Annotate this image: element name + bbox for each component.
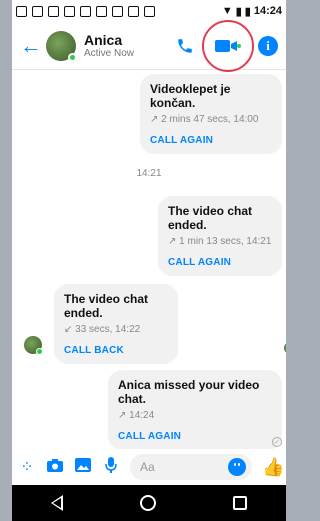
android-nav-bar: [12, 485, 286, 521]
message-bubble: Anica missed your video chat. ↗ 14:24 CA…: [108, 370, 282, 449]
message-bubble: The video chat ended. ↗ 1 min 13 secs, 1…: [158, 196, 282, 276]
message-meta: ↙ 33 secs, 14:22: [64, 324, 141, 335]
emoji-icon[interactable]: [228, 458, 246, 476]
online-indicator: [68, 52, 77, 62]
battery-icon: ▮: [244, 5, 251, 18]
contact-info[interactable]: Anica Active Now: [84, 32, 176, 59]
notification-icon: [48, 5, 59, 17]
time-separator: 14:21: [136, 168, 162, 179]
message-meta: ↗ 1 min 13 secs, 14:21: [168, 236, 272, 247]
notification-icon: [112, 5, 123, 17]
call-again-button[interactable]: CALL AGAIN: [150, 135, 272, 146]
call-again-button[interactable]: CALL AGAIN: [118, 431, 272, 442]
phone-screen: ▼ ▮ ▮ 14:24 ← Anica Active Now i Videokl…: [12, 0, 286, 521]
message-input-placeholder: Aa: [140, 460, 155, 474]
message-list: Videoklepet je končan. ↗ 2 mins 47 secs,…: [12, 70, 286, 449]
highlight-circle: [202, 19, 254, 72]
video-call-button[interactable]: [202, 19, 254, 72]
apps-icon[interactable]: ⁘: [18, 457, 36, 477]
notification-icon: [144, 5, 155, 17]
notification-icon: [16, 5, 27, 17]
thumbs-up-icon[interactable]: 👍: [262, 457, 284, 478]
sent-check-icon: ✓: [272, 437, 282, 447]
message-meta: ↗ 2 mins 47 secs, 14:00: [150, 114, 259, 125]
avatar[interactable]: [46, 30, 77, 62]
notification-icon: [96, 5, 107, 17]
seen-avatar: [284, 342, 286, 354]
notification-icons: [16, 5, 222, 17]
message-bubble: The video chat ended. ↙ 33 secs, 14:22 C…: [54, 284, 178, 364]
recents-nav-icon[interactable]: [233, 496, 248, 510]
message-meta: ↗ 14:24: [118, 410, 155, 421]
status-bar: ▼ ▮ ▮ 14:24: [12, 0, 286, 22]
back-arrow-icon[interactable]: ←: [20, 33, 46, 59]
online-indicator: [36, 348, 43, 355]
phone-call-icon[interactable]: [176, 37, 194, 55]
message-title: The video chat ended.: [64, 292, 149, 320]
message-title: The video chat ended.: [168, 204, 253, 232]
avatar: [24, 336, 43, 355]
active-status: Active Now: [84, 48, 135, 59]
gallery-icon[interactable]: [74, 457, 92, 477]
message-title: Anica missed your video chat.: [118, 378, 260, 406]
notification-icon: [32, 5, 43, 17]
message-input[interactable]: Aa: [130, 454, 252, 480]
microphone-icon[interactable]: [102, 456, 120, 478]
info-icon[interactable]: i: [258, 35, 278, 56]
notification-icon: [64, 5, 75, 17]
home-nav-icon[interactable]: [139, 495, 156, 511]
contact-name: Anica: [84, 32, 123, 48]
wifi-icon: ▼: [221, 5, 233, 17]
camera-icon[interactable]: [46, 458, 64, 477]
chat-header: ← Anica Active Now i: [12, 19, 286, 72]
call-again-button[interactable]: CALL AGAIN: [168, 257, 272, 268]
composer-bar: ⁘ Aa 👍: [12, 449, 286, 485]
signal-icon: ▮: [235, 5, 242, 18]
call-back-button[interactable]: CALL BACK: [64, 345, 168, 356]
message-title: Videoklepet je končan.: [150, 82, 231, 110]
clock: 14:24: [253, 5, 282, 17]
notification-icon: [80, 5, 91, 17]
message-bubble: Videoklepet je končan. ↗ 2 mins 47 secs,…: [140, 74, 282, 154]
notification-icon: [128, 5, 139, 17]
back-nav-icon[interactable]: [50, 495, 63, 511]
